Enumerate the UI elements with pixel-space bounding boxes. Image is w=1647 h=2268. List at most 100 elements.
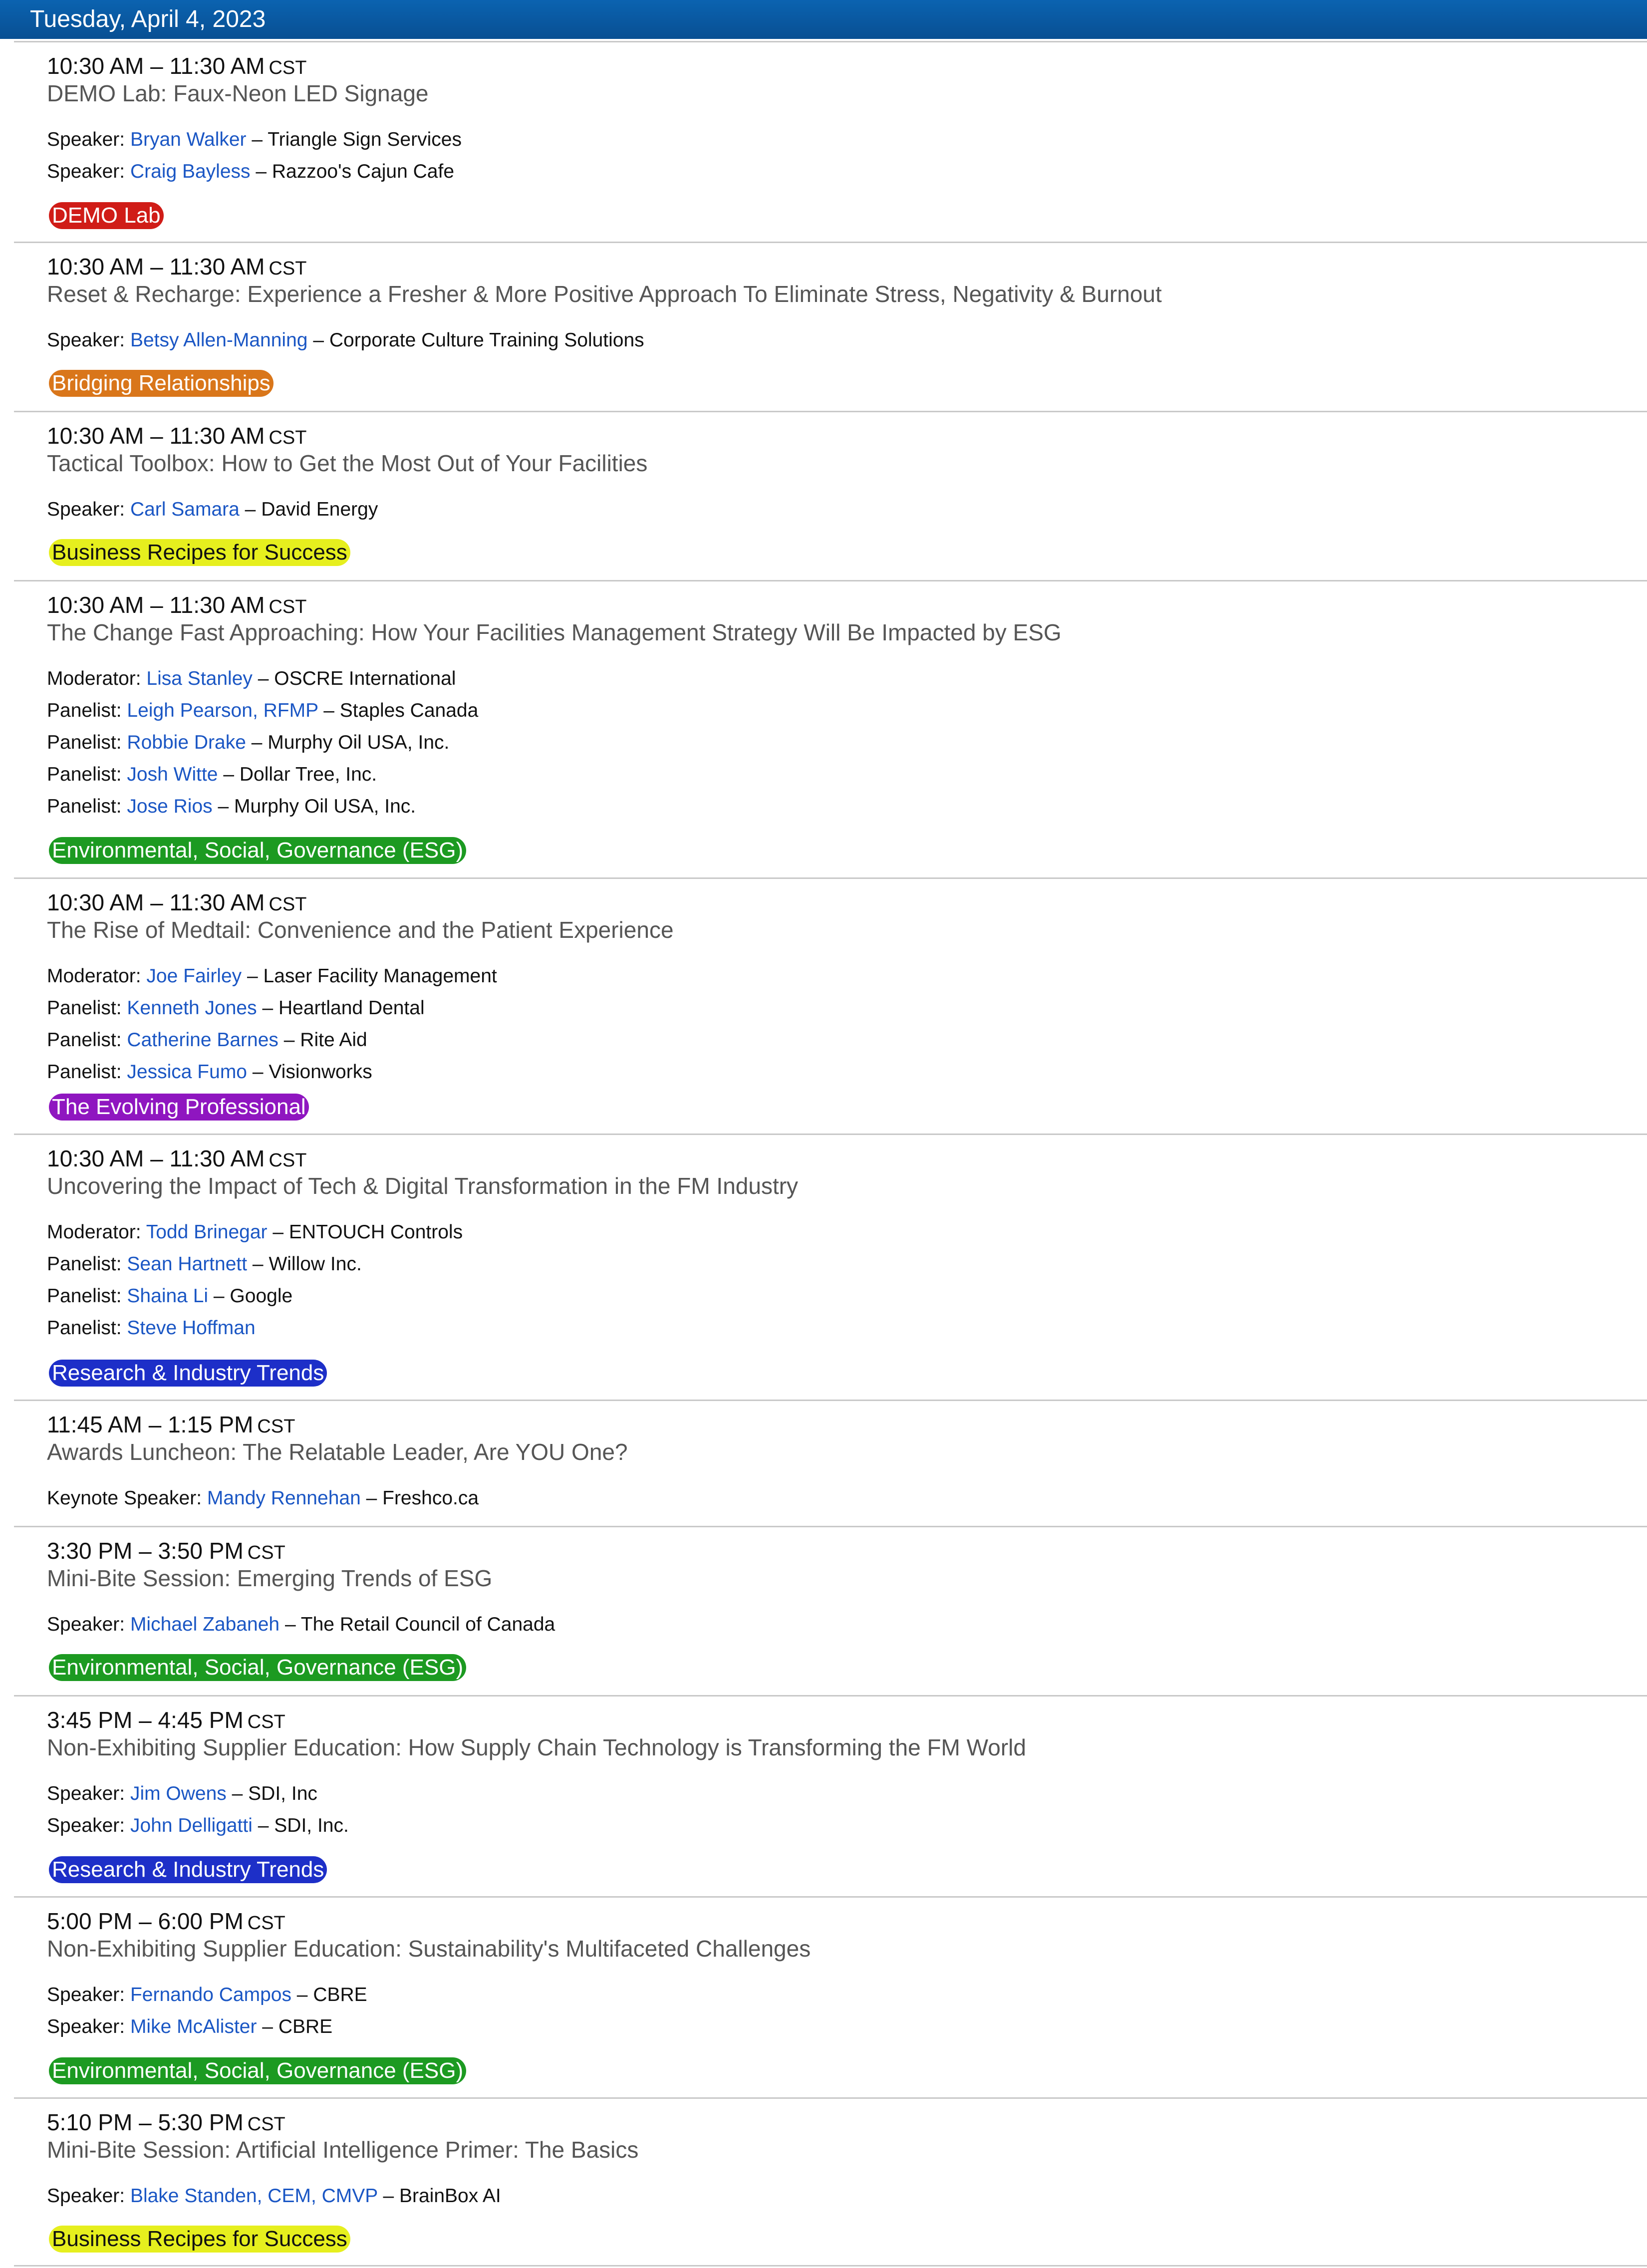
session-item: 10:30 AM – 11:30 AM CST DEMO Lab: Faux-Ne… <box>14 41 1647 242</box>
session-title: DEMO Lab: Faux-Neon LED Signage <box>47 80 429 106</box>
session-item: 10:30 AM – 11:30 AM CST Tactical Toolbox:… <box>14 411 1647 580</box>
speaker-link[interactable]: Jim Owens <box>130 1783 227 1804</box>
session-item: 10:30 AM – 11:30 AM CST Reset & Recharge:… <box>14 242 1647 411</box>
session-time: 10:30 AM – 11:30 AM CST <box>47 889 307 915</box>
person-line: Panelist: Leigh Pearson, RFMP – Staples … <box>47 700 479 721</box>
track-tag[interactable]: The Evolving Professional <box>49 1094 309 1121</box>
speaker-link[interactable]: Jose Rios <box>127 796 212 817</box>
session-item: 3:45 PM – 4:45 PM CST Non-Exhibiting Supp… <box>14 1695 1647 1896</box>
person-line: Panelist: Jessica Fumo – Visionworks <box>47 1061 372 1083</box>
person-line: Speaker: Carl Samara – David Energy <box>47 499 378 520</box>
speaker-link[interactable]: Robbie Drake <box>127 732 246 753</box>
person-line: Speaker: Betsy Allen-Manning – Corporate… <box>47 329 644 351</box>
person-line: Panelist: Steve Hoffman <box>47 1317 256 1339</box>
person-line: Speaker: Fernando Campos – CBRE <box>47 1984 367 2005</box>
person-line: Speaker: Bryan Walker – Triangle Sign Se… <box>47 129 462 150</box>
track-tag[interactable]: Research & Industry Trends <box>49 1360 327 1387</box>
session-time: 10:30 AM – 11:30 AM CST <box>47 254 307 280</box>
person-line: Panelist: Shaina Li – Google <box>47 1285 293 1307</box>
person-line: Panelist: Kenneth Jones – Heartland Dent… <box>47 997 425 1019</box>
session-people: Speaker: Jim Owens – SDI, Inc Speaker: J… <box>47 1778 349 1842</box>
session-title: Reset & Recharge: Experience a Fresher &… <box>47 281 1162 307</box>
session-time: 10:30 AM – 11:30 AM CST <box>47 1145 307 1171</box>
session-time: 10:30 AM – 11:30 AM CST <box>47 423 307 449</box>
session-people: Moderator: Todd Brinegar – ENTOUCH Contr… <box>47 1216 463 1344</box>
session-time: 10:30 AM – 11:30 AM CST <box>47 592 307 618</box>
track-tag[interactable]: Bridging Relationships <box>49 370 274 397</box>
person-line: Panelist: Sean Hartnett – Willow Inc. <box>47 1253 362 1275</box>
person-line: Moderator: Todd Brinegar – ENTOUCH Contr… <box>47 1221 463 1243</box>
session-title: Non-Exhibiting Supplier Education: How S… <box>47 1734 1026 1760</box>
session-title: Tactical Toolbox: How to Get the Most Ou… <box>47 450 648 476</box>
speaker-link[interactable]: Leigh Pearson, RFMP <box>127 700 318 721</box>
person-line: Panelist: Jose Rios – Murphy Oil USA, In… <box>47 796 416 817</box>
speaker-link[interactable]: Lisa Stanley <box>146 668 252 689</box>
session-title: Non-Exhibiting Supplier Education: Susta… <box>47 1936 811 1962</box>
session-time: 10:30 AM – 11:30 AM CST <box>47 53 307 79</box>
track-tag[interactable]: DEMO Lab <box>49 202 164 229</box>
person-line: Speaker: Blake Standen, CEM, CMVP – Brai… <box>47 2185 501 2207</box>
session-item: 11:45 AM – 1:15 PM CST Awards Luncheon: T… <box>14 1400 1647 1526</box>
speaker-link[interactable]: Steve Hoffman <box>127 1317 255 1339</box>
session-people: Moderator: Lisa Stanley – OSCRE Internat… <box>47 663 478 823</box>
speaker-link[interactable]: Jessica Fumo <box>127 1061 247 1083</box>
person-line: Keynote Speaker: Mandy Rennehan – Freshc… <box>47 1487 479 1509</box>
day-header: Tuesday, April 4, 2023 <box>0 0 1647 39</box>
session-people: Speaker: Betsy Allen-Manning – Corporate… <box>47 324 644 356</box>
session-item: 5:10 PM – 5:30 PM CST Mini-Bite Session: … <box>14 2097 1647 2265</box>
speaker-link[interactable]: Craig Bayless <box>130 161 251 182</box>
session-item: 10:30 AM – 11:30 AM CST The Rise of Medta… <box>14 877 1647 1134</box>
speaker-link[interactable]: Betsy Allen-Manning <box>130 329 308 351</box>
session-title: Mini-Bite Session: Artificial Intelligen… <box>47 2137 639 2163</box>
person-line: Panelist: Josh Witte – Dollar Tree, Inc. <box>47 764 377 785</box>
person-line: Moderator: Joe Fairley – Laser Facility … <box>47 965 497 987</box>
speaker-link[interactable]: Todd Brinegar <box>146 1221 268 1243</box>
speaker-link[interactable]: Blake Standen, CEM, CMVP <box>130 2185 378 2207</box>
person-line: Panelist: Catherine Barnes – Rite Aid <box>47 1029 367 1051</box>
speaker-link[interactable]: Shaina Li <box>127 1285 208 1307</box>
speaker-link[interactable]: Kenneth Jones <box>127 997 257 1019</box>
person-line: Moderator: Lisa Stanley – OSCRE Internat… <box>47 668 456 689</box>
session-title: Mini-Bite Session: Emerging Trends of ES… <box>47 1565 493 1591</box>
session-title: Awards Luncheon: The Relatable Leader, A… <box>47 1439 628 1465</box>
track-tag[interactable]: Research & Industry Trends <box>49 1856 327 1883</box>
person-line: Speaker: Mike McAlister – CBRE <box>47 2016 333 2037</box>
track-tag[interactable]: Business Recipes for Success <box>49 2226 350 2253</box>
track-tag[interactable]: Environmental, Social, Governance (ESG) <box>49 2057 467 2084</box>
session-item: 10:30 AM – 11:30 AM CST Uncovering the Im… <box>14 1134 1647 1400</box>
divider <box>14 2265 1647 2267</box>
person-line: Speaker: Michael Zabaneh – The Retail Co… <box>47 1614 555 1635</box>
session-people: Speaker: Blake Standen, CEM, CMVP – Brai… <box>47 2180 501 2212</box>
session-title: The Change Fast Approaching: How Your Fa… <box>47 619 1062 645</box>
speaker-link[interactable]: Mike McAlister <box>130 2016 257 2037</box>
session-people: Moderator: Joe Fairley – Laser Facility … <box>47 960 497 1088</box>
session-time: 5:10 PM – 5:30 PM CST <box>47 2109 285 2135</box>
speaker-link[interactable]: Josh Witte <box>127 764 218 785</box>
session-people: Speaker: Carl Samara – David Energy <box>47 494 378 526</box>
session-time: 5:00 PM – 6:00 PM CST <box>47 1908 285 1934</box>
speaker-link[interactable]: Michael Zabaneh <box>130 1614 279 1635</box>
speaker-link[interactable]: Bryan Walker <box>130 129 247 150</box>
session-title: Uncovering the Impact of Tech & Digital … <box>47 1173 799 1199</box>
speaker-link[interactable]: Joe Fairley <box>146 965 242 987</box>
speaker-link[interactable]: Carl Samara <box>130 499 240 520</box>
track-tag[interactable]: Environmental, Social, Governance (ESG) <box>49 837 467 864</box>
session-people: Speaker: Michael Zabaneh – The Retail Co… <box>47 1609 555 1641</box>
person-line: Speaker: Craig Bayless – Razzoo's Cajun … <box>47 161 455 182</box>
session-title: The Rise of Medtail: Convenience and the… <box>47 917 674 943</box>
session-time: 11:45 AM – 1:15 PM CST <box>47 1412 295 1437</box>
person-line: Speaker: Jim Owens – SDI, Inc <box>47 1783 317 1804</box>
session-people: Speaker: Bryan Walker – Triangle Sign Se… <box>47 124 462 188</box>
speaker-link[interactable]: John Delligatti <box>130 1815 253 1836</box>
speaker-link[interactable]: Catherine Barnes <box>127 1029 278 1051</box>
track-tag[interactable]: Environmental, Social, Governance (ESG) <box>49 1654 467 1681</box>
person-line: Panelist: Robbie Drake – Murphy Oil USA,… <box>47 732 450 753</box>
track-tag[interactable]: Business Recipes for Success <box>49 539 350 566</box>
speaker-link[interactable]: Fernando Campos <box>130 1984 291 2005</box>
speaker-link[interactable]: Sean Hartnett <box>127 1253 247 1275</box>
person-line: Speaker: John Delligatti – SDI, Inc. <box>47 1815 349 1836</box>
session-item: 3:30 PM – 3:50 PM CST Mini-Bite Session: … <box>14 1526 1647 1695</box>
session-item: 10:30 AM – 11:30 AM CST The Change Fast A… <box>14 580 1647 877</box>
session-time: 3:30 PM – 3:50 PM CST <box>47 1538 285 1564</box>
speaker-link[interactable]: Mandy Rennehan <box>207 1487 361 1509</box>
